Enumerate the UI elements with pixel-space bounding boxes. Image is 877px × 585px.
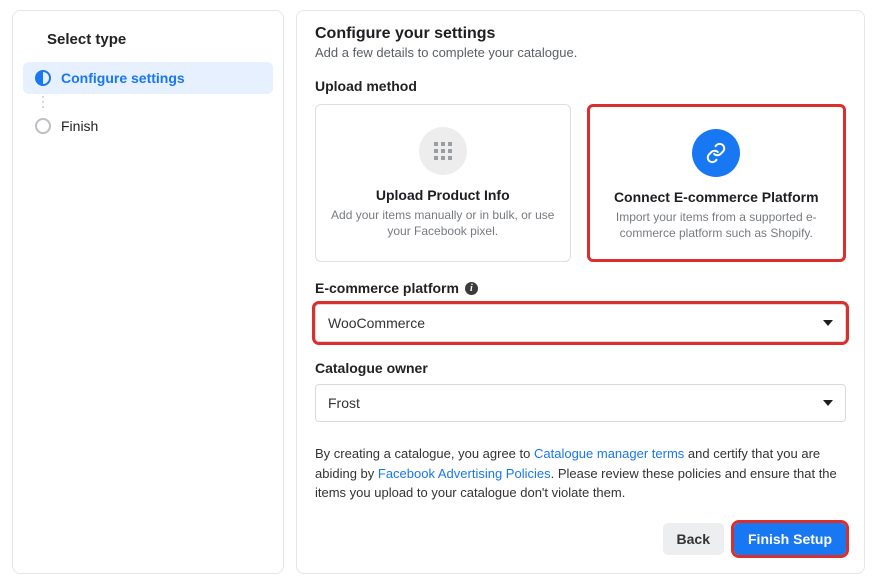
sidebar-title: Select type — [23, 25, 273, 62]
select-value: Frost — [328, 395, 360, 411]
upload-method-cards: Upload Product Info Add your items manua… — [315, 104, 846, 262]
ecommerce-platform-select[interactable]: WooCommerce — [315, 304, 846, 342]
catalogue-owner-select[interactable]: Frost — [315, 384, 846, 422]
step-configure-settings[interactable]: Configure settings — [23, 62, 273, 94]
grid-icon — [419, 127, 467, 175]
chevron-down-icon — [823, 400, 833, 406]
card-title: Upload Product Info — [330, 187, 556, 203]
sidebar: Select type Configure settings Finish — [12, 10, 284, 574]
link-catalogue-manager-terms[interactable]: Catalogue manager terms — [534, 446, 684, 461]
step-finish[interactable]: Finish — [23, 110, 273, 142]
card-upload-product-info[interactable]: Upload Product Info Add your items manua… — [315, 104, 571, 262]
chevron-down-icon — [823, 320, 833, 326]
finish-setup-button[interactable]: Finish Setup — [734, 523, 846, 555]
step-label: Configure settings — [61, 70, 185, 86]
half-circle-icon — [35, 70, 51, 86]
ecommerce-platform-label: E-commerce platform i — [315, 280, 846, 296]
card-connect-ecommerce[interactable]: Connect E-commerce Platform Import your … — [587, 104, 847, 262]
back-button[interactable]: Back — [663, 523, 724, 555]
info-icon[interactable]: i — [465, 282, 478, 295]
card-desc: Import your items from a supported e-com… — [604, 209, 830, 241]
page-subtitle: Add a few details to complete your catal… — [315, 45, 846, 60]
card-title: Connect E-commerce Platform — [604, 189, 830, 205]
agreement-text: By creating a catalogue, you agree to Ca… — [315, 444, 846, 503]
step-label: Finish — [61, 118, 98, 134]
empty-circle-icon — [35, 118, 51, 134]
button-row: Back Finish Setup — [315, 523, 846, 555]
link-facebook-advertising-policies[interactable]: Facebook Advertising Policies — [378, 466, 551, 481]
catalogue-owner-label: Catalogue owner — [315, 360, 846, 376]
page-title: Configure your settings — [315, 25, 846, 43]
step-connector — [23, 96, 273, 108]
card-desc: Add your items manually or in bulk, or u… — [330, 207, 556, 239]
link-icon — [692, 129, 740, 177]
select-value: WooCommerce — [328, 315, 425, 331]
main-panel: Configure your settings Add a few detail… — [296, 10, 865, 574]
upload-method-label: Upload method — [315, 78, 846, 94]
